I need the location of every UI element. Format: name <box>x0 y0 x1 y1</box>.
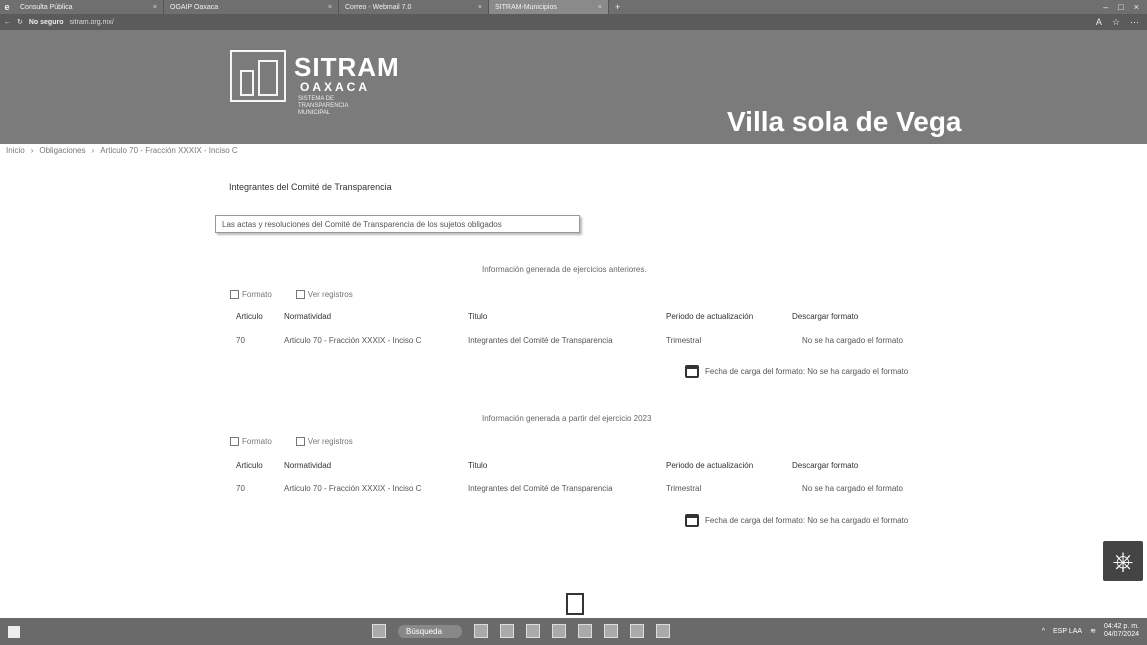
breadcrumb: Inicio › Obligaciones › Articulo 70 - Fr… <box>6 146 238 155</box>
upload-date-text: Fecha de carga del formato: No se ha car… <box>705 516 909 525</box>
tray-chevron-icon[interactable]: ^ <box>1042 628 1045 635</box>
cell-normatividad: Articulo 70 - Fracción XXXIX - Inciso C <box>284 484 422 493</box>
col-periodo: Periodo de actualización <box>666 312 754 321</box>
tab-correo[interactable]: Correo - Webmail 7.0 × <box>339 0 489 14</box>
cell-periodo: Trimestral <box>666 484 702 493</box>
cell-normatividad: Articulo 70 - Fracción XXXIX - Inciso C <box>284 336 422 345</box>
accessibility-help-icon[interactable]: ⎈ <box>1103 541 1143 581</box>
browser-logo-icon: e <box>4 2 10 12</box>
settings-icon[interactable]: ⋯ <box>1130 17 1139 28</box>
store-icon[interactable] <box>578 624 593 638</box>
breadcrumb-item: Articulo 70 - Fracción XXXIX - Inciso C <box>100 146 238 155</box>
close-icon[interactable]: × <box>322 4 332 11</box>
url-field[interactable]: sitram.org.mx/ <box>70 19 114 26</box>
cell-articulo: 70 <box>236 336 245 345</box>
breadcrumb-item[interactable]: Obligaciones <box>39 146 85 155</box>
format-button[interactable]: Formato <box>230 437 272 446</box>
start-menu-icon[interactable] <box>8 625 20 638</box>
breadcrumb-item[interactable]: Inicio <box>6 146 25 155</box>
view-records-button[interactable]: Ver registros <box>295 290 353 299</box>
logo-tagline: SISTEMA DE TRANSPARENCIA MUNICIPAL <box>298 96 349 116</box>
chrome-icon[interactable] <box>552 624 567 638</box>
minimize-icon[interactable]: – <box>1103 2 1108 12</box>
calendar-icon <box>685 514 699 527</box>
reload-icon[interactable]: ↻ <box>17 18 23 26</box>
cell-titulo: Integrantes del Comité de Transparencia <box>468 336 613 345</box>
current-info-heading: Información generada a partir del ejerci… <box>482 414 652 423</box>
mail-icon[interactable] <box>604 624 619 638</box>
tab-label: Consulta Pública <box>20 3 73 11</box>
previous-tools: Formato Ver registros <box>230 290 353 299</box>
favorite-star-icon[interactable]: ☆ <box>1112 17 1120 28</box>
new-tab-button[interactable]: + <box>609 2 626 12</box>
previous-info-heading: Información generada de ejercicios anter… <box>482 265 647 274</box>
file-explorer-icon[interactable] <box>500 624 515 638</box>
maximize-icon[interactable]: □ <box>1118 2 1123 12</box>
view-records-button[interactable]: Ver registros <box>295 437 353 446</box>
calendar-icon <box>685 365 699 378</box>
spreadsheet-icon <box>230 290 239 299</box>
windows-start-icon[interactable] <box>372 624 386 638</box>
logo-title: SITRAM <box>294 52 400 82</box>
browser-toolbar-icons: A ☆ ⋯ <box>1096 17 1147 28</box>
col-articulo: Articulo <box>236 312 263 321</box>
page-title: Integrantes del Comité de Transparencia <box>229 182 392 192</box>
word-icon[interactable] <box>630 624 645 638</box>
upload-date-text: Fecha de carga del formato: No se ha car… <box>705 367 909 376</box>
close-icon[interactable]: × <box>147 4 157 11</box>
site-header: SITRAM OAXACA SISTEMA DE TRANSPARENCIA M… <box>0 30 1147 144</box>
col-descargar: Descargar formato <box>792 312 859 321</box>
close-icon[interactable]: × <box>592 4 602 11</box>
window-controls: – □ × <box>1103 2 1147 12</box>
tab-sitram[interactable]: SITRAM-Municipios × <box>489 0 609 14</box>
col-normatividad: Normatividad <box>284 312 332 321</box>
col-articulo: Articulo <box>236 461 263 470</box>
excel-icon[interactable] <box>656 624 671 638</box>
tab-consulta[interactable]: Consulta Pública × <box>14 0 164 14</box>
address-bar: ← ↻ No seguro sitram.org.mx/ A ☆ ⋯ <box>0 14 1147 30</box>
col-periodo: Periodo de actualización <box>666 461 754 470</box>
browser-edge-icon[interactable] <box>526 624 541 638</box>
close-icon[interactable]: × <box>472 4 482 11</box>
col-titulo: Titulo <box>468 312 488 321</box>
cell-articulo: 70 <box>236 484 245 493</box>
records-icon <box>295 290 305 299</box>
tab-label: OGAIP Oaxaca <box>170 3 219 11</box>
clock[interactable]: 04:42 p. m. 04/07/2024 <box>1104 623 1139 639</box>
tab-ogaip[interactable]: OGAIP Oaxaca × <box>164 0 339 14</box>
format-button[interactable]: Formato <box>230 290 272 299</box>
cell-periodo: Trimestral <box>666 336 702 345</box>
records-icon <box>295 437 305 446</box>
cell-descargar: No se ha cargado el formato <box>802 484 903 493</box>
previous-upload-date: Fecha de carga del formato: No se ha car… <box>685 365 908 378</box>
logo-subtitle: OAXACA <box>300 80 371 94</box>
cell-descargar: No se ha cargado el formato <box>802 336 903 345</box>
tab-label: SITRAM-Municipios <box>495 3 557 11</box>
cell-titulo: Integrantes del Comité de Transparencia <box>468 484 613 493</box>
language-indicator[interactable]: ESP LAA <box>1053 628 1082 635</box>
col-normatividad: Normatividad <box>284 461 332 470</box>
taskbar-search[interactable]: Búsqueda <box>398 624 463 638</box>
document-icon[interactable] <box>566 593 584 615</box>
security-warning[interactable]: No seguro <box>29 19 64 26</box>
browser-tab-bar: e Consulta Pública × OGAIP Oaxaca × Corr… <box>0 0 1147 14</box>
wifi-icon[interactable]: ≋ <box>1090 627 1096 635</box>
current-tools: Formato Ver registros <box>230 437 353 446</box>
current-upload-date: Fecha de carga del formato: No se ha car… <box>685 514 908 527</box>
municipal-building-logo-icon <box>230 50 286 102</box>
back-icon[interactable]: ← <box>4 19 11 26</box>
taskbar-apps: Búsqueda <box>372 624 671 638</box>
municipality-name: Villa sola de Vega <box>727 106 962 137</box>
tab-label: Correo - Webmail 7.0 <box>345 3 412 11</box>
system-tray: ^ ESP LAA ≋ 04:42 p. m. 04/07/2024 <box>1042 623 1139 639</box>
close-window-icon[interactable]: × <box>1134 2 1139 12</box>
read-aloud-icon[interactable]: A <box>1096 17 1102 28</box>
widgets-icon[interactable] <box>474 624 489 638</box>
obligation-select[interactable]: Las actas y resoluciones del Comité de T… <box>215 215 580 233</box>
col-descargar: Descargar formato <box>792 461 859 470</box>
spreadsheet-icon <box>230 437 239 446</box>
col-titulo: Titulo <box>468 461 488 470</box>
os-taskbar: Búsqueda ^ ESP LAA ≋ 04:42 p. m. 04/07/2… <box>0 618 1147 645</box>
